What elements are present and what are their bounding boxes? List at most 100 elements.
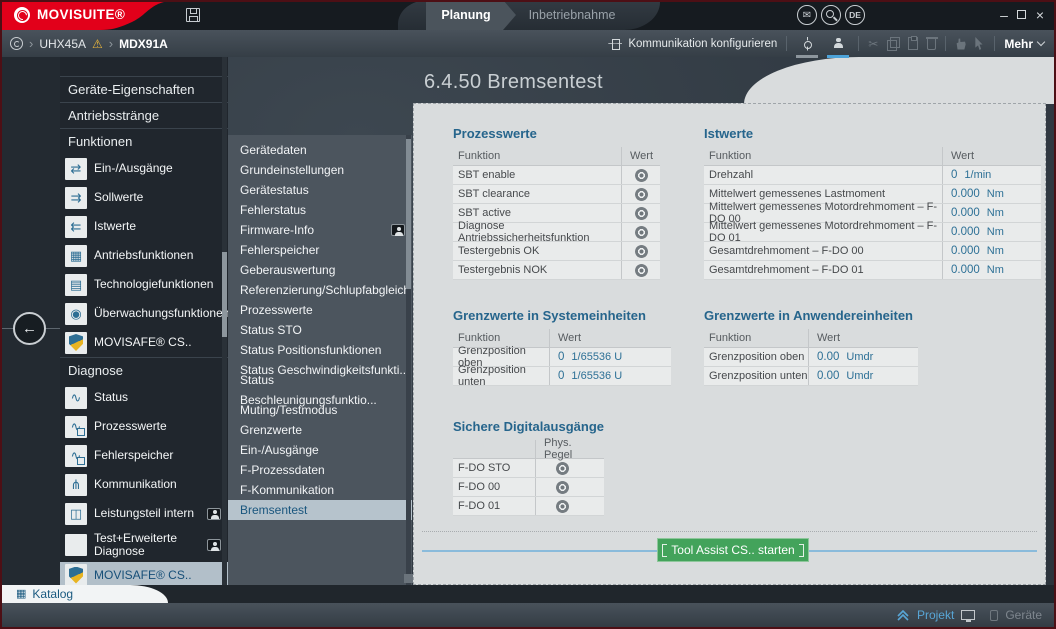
table-row: Diagnose Antriebssicherheitsfunktion (453, 223, 660, 242)
status-bar: Projekt Geräte (0, 603, 1056, 627)
sidebar-item[interactable]: ⇄ Ein-/Ausgänge (60, 154, 228, 183)
status-led-icon (635, 188, 648, 201)
sidebar-item[interactable]: ⇉ Sollwerte (60, 183, 228, 212)
sidebar-item[interactable]: ⋔ Kommunikation (60, 470, 228, 499)
project-root-icon[interactable] (10, 37, 23, 50)
subnav-item[interactable]: Grundeinstellungen (228, 160, 412, 180)
subnav-item[interactable]: Gerätedaten (228, 140, 412, 160)
unit: 1/min (964, 169, 991, 181)
sidebar-section-header[interactable]: Antriebsstränge (60, 102, 228, 128)
save-icon[interactable] (186, 8, 200, 22)
tab-inbetriebnahme[interactable]: Inbetriebnahme (522, 0, 622, 30)
sidebar-section-header[interactable]: Geräte-Eigenschaften (60, 76, 228, 102)
sidebar-item[interactable]: ▤ Technologiefunktionen (60, 270, 228, 299)
subnav-item[interactable]: Prozesswerte (228, 300, 412, 320)
close-button[interactable]: × (1031, 0, 1049, 30)
subnav-item[interactable]: Gerätestatus (228, 180, 412, 200)
breadcrumb-separator: › (109, 36, 113, 51)
projekt-toggle[interactable]: Projekt (917, 608, 954, 622)
subnav-item[interactable]: Status Beschleunigungsfunktio... (228, 380, 412, 400)
select-cursor-icon[interactable] (975, 37, 985, 50)
geraete-toggle[interactable]: Geräte (1005, 608, 1042, 622)
sidebar-item[interactable]: ∿ Status (60, 383, 228, 412)
status-led-icon (635, 207, 648, 220)
language-badge[interactable]: DE (845, 5, 865, 25)
feedback-mail-icon[interactable]: ✉ (797, 5, 817, 25)
scrollbar-down-arrow[interactable] (404, 574, 413, 583)
section-sichere-digitalausgaenge: Sichere Digitalausgänge Phys. Pegel F-DO… (453, 419, 604, 516)
paste-icon[interactable] (908, 37, 918, 50)
sidebar-item[interactable]: Test+Erweiterte Diagnose (60, 528, 228, 562)
subnav-item[interactable]: Referenzierung/Schlupfabgleich (228, 280, 412, 300)
subnav-scrollbar[interactable] (406, 135, 411, 585)
pan-hand-icon[interactable] (955, 38, 966, 50)
subnav-item[interactable]: Status STO (228, 320, 412, 340)
subnav-item[interactable]: Status Positionsfunktionen (228, 340, 412, 360)
breadcrumb-device-child[interactable]: MDX91A (119, 37, 168, 51)
connection-mode-icon[interactable] (796, 33, 818, 55)
collapse-sidebar-button[interactable]: ← (13, 312, 46, 345)
subnav-item[interactable]: F-Kommunikation (228, 480, 412, 500)
breadcrumb-separator: › (29, 36, 33, 51)
sidebar-item[interactable]: ⇇ Istwerte (60, 212, 228, 241)
brand-title: MOVISUITE® (37, 0, 125, 30)
scrollbar-thumb[interactable] (406, 139, 411, 289)
bremsentest-panel: Prozesswerte Funktion Wert SBT enable (413, 103, 1046, 585)
value: 0.000 (951, 264, 980, 276)
section-istwerte: Istwerte Funktion Wert Drehzahl 0 1/min (704, 126, 1041, 280)
sidebar-scrollbar[interactable] (222, 57, 227, 585)
value: 0 (558, 370, 564, 382)
subnav-item[interactable]: F-Prozessdaten (228, 460, 412, 480)
table-row: Testergebnis OK (453, 242, 660, 261)
tab-planung[interactable]: Planung (426, 0, 516, 30)
sidebar-item[interactable]: ▦ Antriebsfunktionen (60, 241, 228, 270)
delete-icon[interactable] (927, 39, 936, 50)
network-scan-icon[interactable] (827, 33, 849, 55)
subnav-item[interactable]: Fehlerstatus (228, 200, 412, 220)
sidebar-item[interactable]: ◫ Leistungsteil intern (60, 499, 228, 528)
value: 0.000 (951, 207, 980, 219)
sidebar-item[interactable]: ◉ Überwachungsfunktionen (60, 299, 228, 328)
sidebar-item-icon (65, 534, 87, 556)
sidebar-section-header-diagnose[interactable]: Diagnose (60, 357, 228, 383)
subnav-item[interactable]: Fehlerspeicher (228, 240, 412, 260)
expand-up-double-chevron-icon[interactable] (896, 610, 910, 621)
maximize-button[interactable] (1013, 0, 1031, 30)
sidebar-item[interactable]: ∿ Fehlerspeicher (60, 441, 228, 470)
sidebar-section-header-funktionen[interactable]: Funktionen (60, 128, 228, 154)
subnav-item[interactable]: Grenzwerte (228, 420, 412, 440)
search-icon[interactable] (821, 5, 841, 25)
column-header-wert: Wert (808, 329, 918, 347)
sidebar-item[interactable]: ∿ Prozesswerte (60, 412, 228, 441)
minimize-button[interactable]: – (995, 0, 1013, 30)
breadcrumb-device-parent[interactable]: UHX45A (39, 37, 86, 51)
expert-badge-icon (207, 539, 221, 551)
sidebar-item-icon: ∿ (65, 445, 87, 467)
value: 0.000 (951, 188, 980, 200)
configure-communication-button[interactable]: Kommunikation konfigurieren (608, 38, 777, 50)
table-header: Funktion Wert (704, 329, 918, 348)
table-row: Drehzahl 0 1/min (704, 166, 1041, 185)
subnav-item[interactable]: Geberauswertung (228, 260, 412, 280)
table-header: Funktion Wert (704, 147, 1041, 166)
subnav-item[interactable]: Firmware-Info (228, 220, 412, 240)
table-row: Grenzposition unten 0 1/65536 U (453, 367, 671, 386)
movisafe-shield-icon (69, 567, 83, 584)
table-row: Testergebnis NOK (453, 261, 660, 280)
subnav-item[interactable]: Bremsentest (228, 500, 412, 520)
more-menu-button[interactable]: Mehr (1004, 37, 1044, 51)
cut-icon[interactable]: ✂ (868, 38, 878, 50)
scrollbar-thumb[interactable] (222, 252, 227, 337)
unit: Nm (987, 207, 1004, 219)
sidebar-item[interactable]: MOVISAFE® CS.. (60, 328, 228, 357)
movisuite-window: MOVISUITE® Planung Inbetriebnahme ✉ DE –… (0, 0, 1056, 629)
status-led-icon (635, 264, 648, 277)
subnav-item[interactable]: Ein-/Ausgänge (228, 440, 412, 460)
monitor-icon[interactable] (961, 610, 975, 620)
value: 0.000 (951, 226, 980, 238)
sidebar-item-icon: ⇄ (65, 158, 87, 180)
tool-assist-start-button[interactable]: Tool Assist CS.. starten (657, 538, 809, 562)
unit: Nm (987, 188, 1004, 200)
katalog-tab[interactable]: ▦ Katalog (0, 585, 170, 603)
copy-icon[interactable] (887, 37, 899, 50)
